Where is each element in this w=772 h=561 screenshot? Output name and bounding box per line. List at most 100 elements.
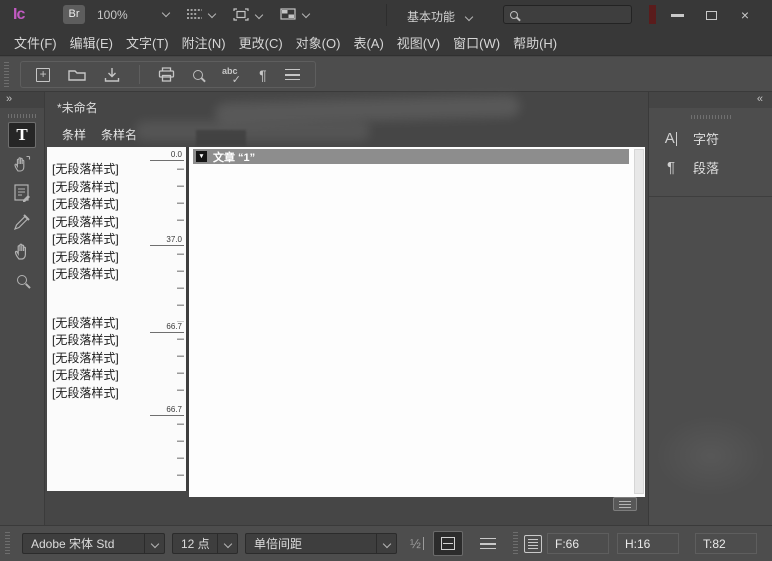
open-folder-icon: [68, 68, 86, 81]
close-icon: ×: [741, 8, 749, 22]
dock-divider: [649, 196, 772, 197]
dropdown-button[interactable]: [144, 534, 164, 553]
type-tool[interactable]: T: [8, 122, 36, 148]
menu-item[interactable]: 编辑(E): [70, 33, 113, 52]
toolbar-grip[interactable]: [4, 62, 9, 87]
dropdown-button[interactable]: [376, 534, 396, 553]
chevron-down-icon: [223, 539, 231, 547]
status-grip-2[interactable]: [513, 532, 518, 556]
close-button[interactable]: ×: [732, 5, 758, 25]
depth-ruler-label: 66.7: [150, 405, 184, 416]
spell-check-button[interactable]: abc ✓: [221, 66, 241, 84]
dock-header[interactable]: «: [649, 92, 772, 108]
collapse-panel-icon[interactable]: «: [757, 93, 762, 105]
note-tool[interactable]: [8, 180, 36, 206]
chevron-down-icon: [150, 539, 158, 547]
menu-item[interactable]: 更改(C): [239, 33, 283, 52]
menu-item[interactable]: 对象(O): [296, 33, 341, 52]
hand-tool-icon: [12, 241, 32, 261]
hand-tool[interactable]: [8, 238, 36, 264]
minimize-icon: [671, 14, 684, 17]
status-menu-button[interactable]: [480, 538, 496, 549]
minimize-button[interactable]: [664, 5, 690, 25]
search-icon: [510, 11, 518, 19]
paragraph-style-label: [无段落样式]: [52, 196, 186, 214]
hidden-characters-button[interactable]: ¶: [259, 67, 267, 83]
zoom-level-dropdown[interactable]: 100%: [97, 8, 169, 22]
zoom-level-value: 100%: [97, 8, 128, 22]
eyedropper-tool[interactable]: [8, 209, 36, 235]
vertical-scrollbar[interactable]: [634, 149, 644, 494]
tab-galley[interactable]: 条样: [62, 126, 86, 143]
check-icon: ✓: [232, 73, 241, 86]
galley-info-toggle[interactable]: [433, 531, 463, 556]
character-panel-icon: A: [662, 130, 680, 147]
tools-panel-grip[interactable]: [8, 114, 36, 118]
arrange-documents-dropdown[interactable]: [280, 8, 309, 20]
open-button[interactable]: [68, 68, 86, 81]
paragraph-panel-button[interactable]: ¶ 段落: [649, 153, 772, 182]
zoom-tool[interactable]: [8, 267, 36, 293]
paragraph-panel-icon: ¶: [662, 159, 680, 176]
font-size-dropdown[interactable]: 12 点: [172, 533, 238, 554]
search-box[interactable]: [503, 5, 632, 24]
new-document-button[interactable]: +: [36, 68, 50, 82]
screen-mode-dropdown[interactable]: [233, 8, 262, 21]
search-tool-button[interactable]: [193, 70, 203, 80]
story-collapse-button[interactable]: ▼: [196, 151, 207, 162]
arrange-documents-icon: [280, 8, 296, 20]
view-options-dropdown[interactable]: [187, 8, 215, 20]
depth-ruler-label: 0.0: [150, 150, 184, 161]
note-tool-icon: [13, 183, 31, 203]
position-tool[interactable]: [8, 151, 36, 177]
fraction-toggle[interactable]: ½: [410, 536, 424, 551]
toolbar: +: [0, 57, 772, 92]
font-family-dropdown[interactable]: Adobe 宋体 Std: [22, 533, 165, 554]
font-family-value: Adobe 宋体 Std: [23, 535, 144, 552]
save-button[interactable]: [104, 67, 120, 82]
character-panel-button[interactable]: A 字符: [649, 124, 772, 153]
maximize-button[interactable]: [698, 5, 724, 25]
expand-panel-icon[interactable]: »: [6, 93, 11, 105]
story-title: 文章 “1”: [213, 149, 255, 165]
dock-grip[interactable]: [691, 115, 731, 119]
workspace-switcher[interactable]: 基本功能: [407, 8, 472, 25]
paragraph-style-label: [无段落样式]: [52, 161, 186, 179]
maximize-icon: [706, 11, 717, 20]
depth-ruler-ticks: [177, 153, 184, 483]
tab-galley-2[interactable]: 条样名: [101, 126, 137, 143]
editor-corner-button[interactable]: [613, 497, 637, 511]
status-bar: Adobe 宋体 Std 12 点 单倍间距 ½ F:66 H:16 T:82: [0, 525, 772, 561]
print-icon: [158, 67, 175, 82]
tools-panel-header[interactable]: »: [0, 92, 44, 108]
story-editor[interactable]: ▼ 文章 “1”: [189, 147, 645, 497]
style-group-1: [无段落样式][无段落样式][无段落样式][无段落样式][无段落样式][无段落样…: [52, 161, 186, 284]
menu-item[interactable]: 附注(N): [182, 33, 226, 52]
bridge-button[interactable]: Br: [63, 5, 85, 24]
menu-item[interactable]: 文字(T): [126, 33, 169, 52]
menu-item[interactable]: 窗口(W): [453, 33, 500, 52]
story-header: ▼ 文章 “1”: [193, 149, 629, 164]
menu-item[interactable]: 视图(V): [397, 33, 440, 52]
dropdown-button[interactable]: [217, 534, 237, 553]
document-tab[interactable]: *未命名: [57, 99, 98, 116]
print-button[interactable]: [158, 67, 175, 82]
eyedropper-icon: [12, 212, 32, 232]
search-input[interactable]: [524, 9, 625, 21]
type-tool-icon: T: [16, 125, 27, 145]
fraction-bar: [423, 537, 425, 550]
paragraph-panel-label: 段落: [693, 158, 719, 177]
menu-item[interactable]: 表(A): [353, 33, 383, 52]
status-grip[interactable]: [5, 532, 10, 556]
paragraph-style-label: [无段落样式]: [52, 332, 186, 350]
leading-dropdown[interactable]: 单倍间距: [245, 533, 397, 554]
menu-item[interactable]: 帮助(H): [513, 33, 557, 52]
paragraph-style-label: [无段落样式]: [52, 249, 186, 267]
depth-ruler-label: 66.7: [150, 322, 184, 333]
new-document-icon: +: [36, 68, 50, 82]
workspace-label: 基本功能: [407, 10, 455, 24]
toolbar-menu-button[interactable]: [285, 69, 300, 80]
character-panel-label: 字符: [693, 129, 719, 148]
incopy-logo: Ic: [13, 6, 24, 24]
menu-item[interactable]: 文件(F): [14, 33, 57, 52]
